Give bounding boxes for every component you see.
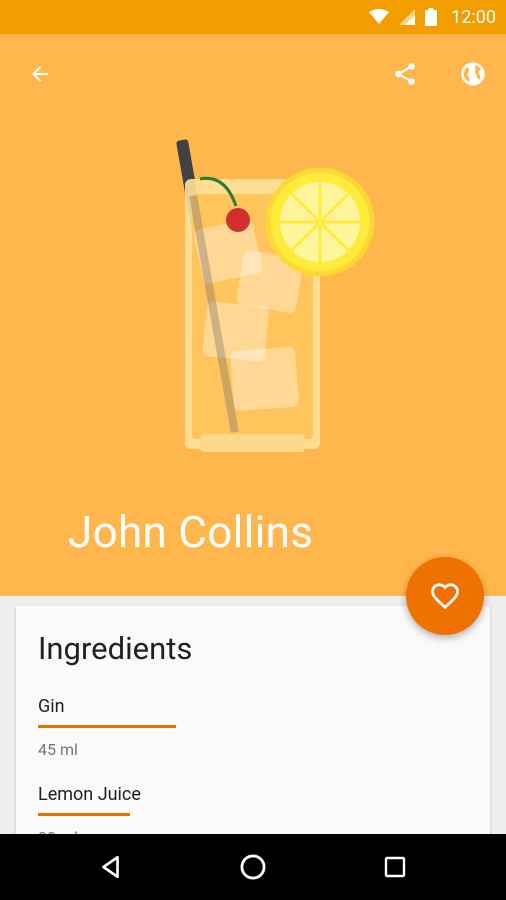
recents-square-icon — [384, 856, 406, 878]
nav-recents-button[interactable] — [365, 842, 425, 892]
cocktail-glass-illustration — [176, 139, 375, 452]
back-triangle-icon — [102, 855, 119, 879]
status-time: 12:00 — [451, 6, 496, 28]
ingredient-amount: 45 ml — [38, 740, 78, 759]
heart-outline-icon — [431, 583, 459, 610]
ingredient-bar — [38, 813, 130, 816]
battery-icon — [425, 8, 438, 26]
globe-icon — [461, 62, 485, 86]
arrow-back-icon — [32, 66, 48, 82]
status-bar: 12:00 — [0, 0, 506, 34]
status-icons: 12:00 — [369, 0, 496, 34]
ingredients-card: Ingredients Gin 45 ml Lemon Juice 30 ml — [16, 606, 490, 846]
share-icon — [395, 63, 415, 85]
home-circle-icon — [240, 854, 266, 880]
drink-title: John Collins — [68, 506, 314, 558]
hero-header: John Collins — [0, 34, 506, 596]
nav-home-button[interactable] — [223, 842, 283, 892]
ingredient-bar — [38, 725, 176, 728]
share-button[interactable] — [385, 54, 425, 94]
back-button[interactable] — [20, 54, 60, 94]
ingredients-title: Ingredients — [38, 630, 193, 667]
signal-icon — [399, 9, 416, 25]
favorite-button[interactable] — [406, 557, 484, 635]
ingredient-name: Lemon Juice — [38, 784, 141, 805]
wifi-icon — [369, 9, 390, 24]
ingredient-name: Gin — [38, 696, 65, 717]
nav-back-button[interactable] — [81, 842, 141, 892]
web-button[interactable] — [453, 54, 493, 94]
ingredient-item: Gin 45 ml — [38, 696, 176, 759]
navigation-bar — [0, 834, 506, 900]
